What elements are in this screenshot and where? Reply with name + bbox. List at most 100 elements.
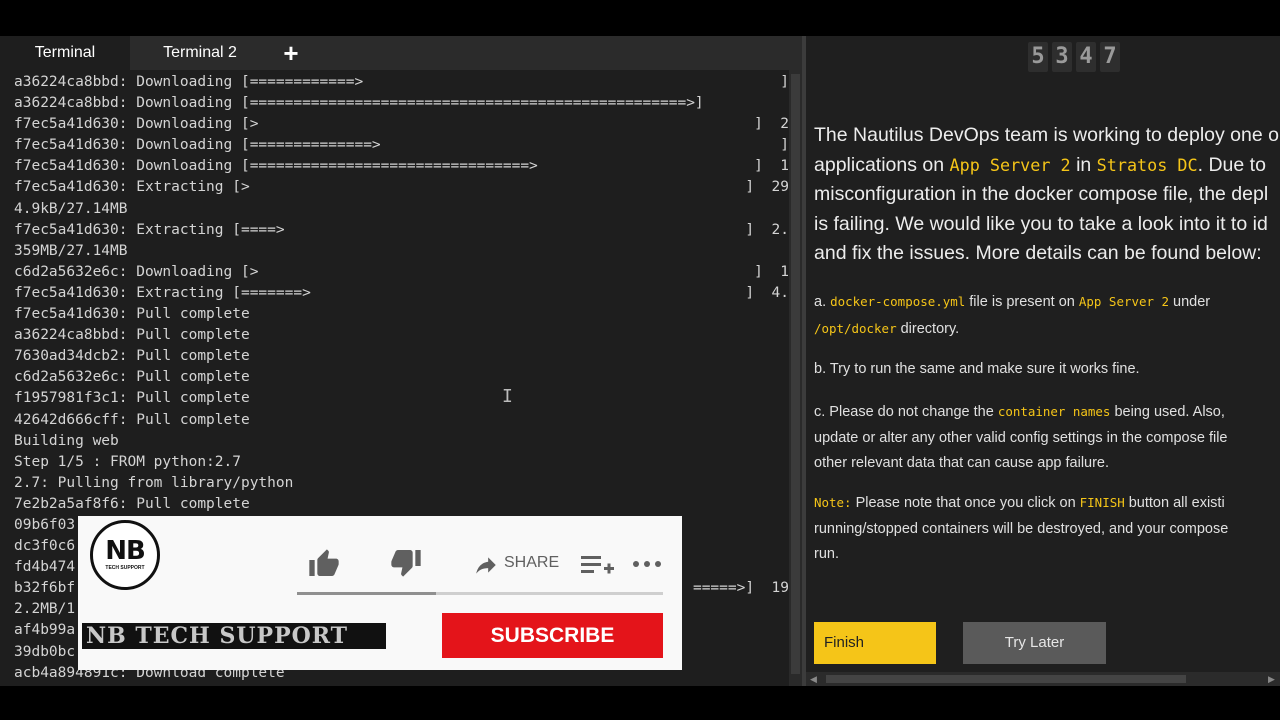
terminal-line: a36224ca8bbd: Downloading [============>…	[14, 72, 789, 93]
top-black-bar	[0, 0, 1280, 36]
intro-line: misconfiguration in the docker compose f…	[814, 183, 1269, 205]
add-tab-icon[interactable]: +	[278, 36, 304, 70]
terminal-line: 2.7: Pulling from library/python	[14, 473, 789, 494]
intro-line: The Nautilus DevOps team is working to d…	[814, 124, 1279, 146]
try-later-button[interactable]: Try Later	[963, 622, 1106, 664]
terminal-line-text: fd4b474	[14, 559, 76, 576]
intro-text: in	[1070, 153, 1097, 176]
terminal-line: f7ec5a41d630: Downloading [=============…	[14, 135, 789, 156]
horizontal-scrollbar[interactable]: ◀ ▶	[806, 672, 1280, 686]
terminal-line-text: f7ec5a41d630: Extracting [>	[14, 179, 250, 196]
terminal-line: 4.9kB/27.14MB	[14, 199, 789, 220]
terminal-line-progress: ]	[780, 74, 789, 90]
terminal-line-text: a36224ca8bbd: Downloading [============>	[14, 74, 364, 90]
scroll-left-icon[interactable]: ◀	[810, 672, 817, 686]
terminal-line-text: a36224ca8bbd: Pull complete	[14, 327, 250, 344]
terminal-line: 7e2b2a5af8f6: Pull complete	[14, 494, 789, 515]
subscribe-button[interactable]: SUBSCRIBE	[442, 613, 663, 658]
note-text: running/stopped containers will be destr…	[814, 520, 1229, 537]
horizontal-scrollbar-thumb[interactable]	[826, 675, 1186, 683]
step-text: other relevant data that can cause app f…	[814, 455, 1110, 471]
terminal-line-text: 42642d666cff: Pull complete	[14, 411, 250, 428]
tab-terminal-2[interactable]: Terminal 2	[130, 36, 270, 70]
timer-digit: 7	[1100, 42, 1120, 72]
channel-logo: NB TECH SUPPORT	[90, 520, 160, 590]
add-to-playlist-icon[interactable]	[581, 553, 615, 577]
terminal-line-text: f7ec5a41d630: Extracting [=======>	[14, 284, 311, 301]
subscribe-overlay: NB TECH SUPPORT SHARE NB TECH SUPPORT SU…	[78, 516, 682, 670]
thumbs-up-icon[interactable]	[306, 548, 342, 580]
step-b: b. Try to run the same and make sure it …	[814, 361, 1140, 377]
task-description: The Nautilus DevOps team is working to d…	[814, 121, 1280, 269]
highlight-container-names: container names	[997, 404, 1111, 419]
more-options-icon[interactable]	[632, 559, 662, 569]
terminal-line: c6d2a5632e6c: Pull complete	[14, 367, 789, 388]
video-progress-bar[interactable]	[297, 592, 663, 595]
terminal-line-text: 4.9kB/27.14MB	[14, 200, 128, 217]
step-a: a. docker-compose.yml file is present on…	[814, 289, 1280, 342]
video-progress-fill	[297, 592, 437, 595]
step-text: c. Please do not change the	[814, 404, 998, 420]
terminal-line-text: dc3f0c6	[14, 538, 76, 555]
terminal-line: 359MB/27.14MB	[14, 241, 789, 262]
terminal-line-text: f7ec5a41d630: Downloading [=============…	[14, 137, 381, 154]
terminal-line-progress: =====>] 19	[692, 580, 789, 597]
channel-name: NB TECH SUPPORT	[82, 623, 386, 649]
logo-subtext: TECH SUPPORT	[105, 565, 145, 571]
terminal-line: f1957981f3c1: Pull complete	[14, 388, 789, 409]
terminal-line-progress: ] 4.	[745, 284, 789, 301]
highlight-file: docker-compose.yml	[830, 294, 966, 309]
share-label[interactable]: SHARE	[504, 554, 559, 572]
terminal-line-text: f7ec5a41d630: Pull complete	[14, 306, 250, 323]
terminal-scrollbar[interactable]	[789, 70, 802, 686]
highlight-datacenter: Stratos DC	[1096, 154, 1198, 175]
terminal-line: f7ec5a41d630: Extracting [=======> ] 4.	[14, 283, 789, 304]
terminal-line-progress: ] 2.	[745, 221, 789, 238]
terminal-line-text: a36224ca8bbd: Downloading [=============…	[14, 95, 704, 112]
terminal-line-text: Step 1/5 : FROM python:2.7	[14, 453, 241, 470]
terminal-line-text: f1957981f3c1: Pull complete	[14, 390, 250, 407]
timer-digit: 3	[1052, 42, 1072, 72]
step-text: being used. Also,	[1110, 404, 1225, 420]
terminal-line: 7630ad34dcb2: Pull complete	[14, 346, 789, 367]
terminal-line-text: c6d2a5632e6c: Pull complete	[14, 369, 250, 386]
terminal-line-text: 09b6f03	[14, 516, 76, 533]
terminal-line-progress: ] 2	[754, 116, 789, 133]
task-instructions-pane: 5347 The Nautilus DevOps team is working…	[806, 36, 1280, 686]
terminal-line-text: Building web	[14, 432, 119, 449]
intro-text: . Due to	[1197, 153, 1266, 176]
terminal-line: Building web	[14, 431, 789, 452]
terminal-line: f7ec5a41d630: Extracting [> ] 29	[14, 177, 789, 198]
terminal-scrollbar-thumb[interactable]	[791, 74, 800, 674]
terminal-line-progress: ]	[780, 137, 789, 154]
terminal-line-text: 2.2MB/1	[14, 601, 76, 618]
terminal-line-text: f7ec5a41d630: Extracting [====>	[14, 221, 285, 238]
terminal-line-progress: ] 1	[754, 158, 789, 175]
bottom-black-bar	[0, 686, 1280, 720]
note-label: Note:	[814, 495, 852, 510]
step-c: c. Please do not change the container na…	[814, 399, 1280, 477]
tab-terminal[interactable]: Terminal	[0, 36, 130, 70]
step-text: update or alter any other valid config s…	[814, 429, 1228, 446]
terminal-line-text: 2.7: Pulling from library/python	[14, 474, 294, 491]
logo-text: NB	[105, 536, 146, 566]
scroll-right-icon[interactable]: ▶	[1268, 672, 1275, 686]
thumbs-down-icon[interactable]	[388, 546, 424, 578]
intro-line: is failing. We would like you to take a …	[814, 212, 1268, 235]
terminal-line-text: 359MB/27.14MB	[14, 242, 128, 259]
text-cursor-icon: I	[502, 386, 513, 407]
terminal-line: a36224ca8bbd: Pull complete	[14, 325, 789, 346]
share-icon[interactable]	[471, 552, 501, 578]
terminal-line-text: af4b99a	[14, 622, 76, 639]
terminal-line-progress: ] 29	[745, 179, 789, 196]
terminal-line-text: 39db0bc	[14, 643, 76, 660]
note-text: Please note that once you click on	[851, 495, 1080, 511]
timer-digit: 4	[1076, 42, 1096, 72]
terminal-line: c6d2a5632e6c: Downloading [>] 1	[14, 262, 789, 283]
step-text: directory.	[896, 320, 960, 337]
highlight-finish: FINISH	[1079, 495, 1125, 510]
finish-button[interactable]: Finish	[814, 622, 936, 664]
step-text: file is present on	[965, 294, 1079, 310]
terminal-line: Step 1/5 : FROM python:2.7	[14, 452, 789, 473]
terminal-tab-bar: Terminal Terminal 2 +	[0, 36, 802, 70]
